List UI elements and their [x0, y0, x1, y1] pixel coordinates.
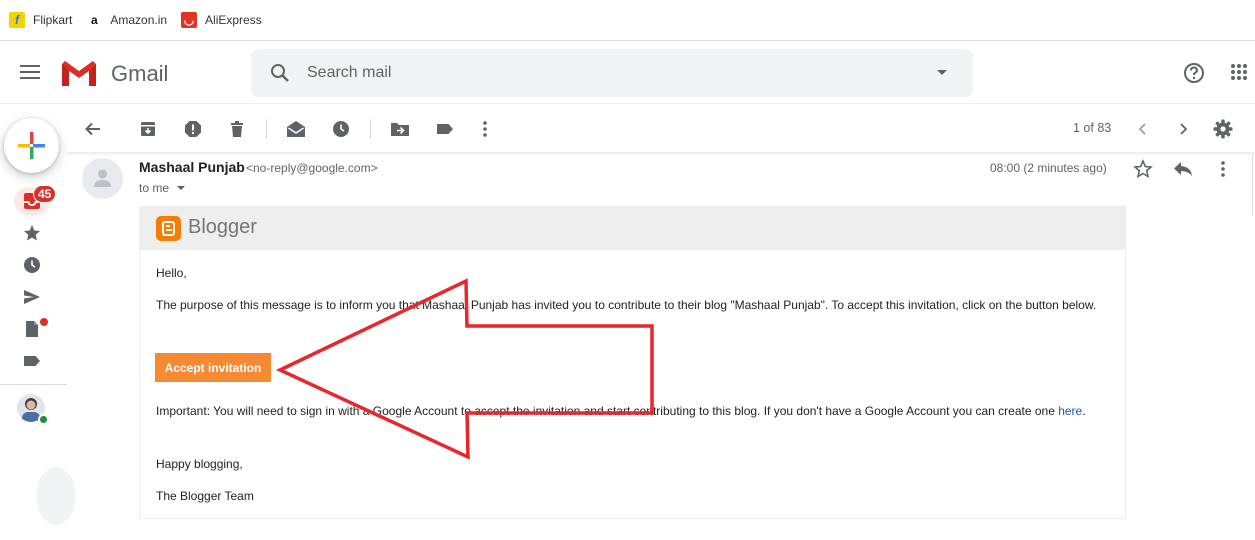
snooze-icon[interactable]: [331, 119, 351, 139]
label-icon: [24, 356, 40, 366]
create-account-link[interactable]: here: [1058, 404, 1082, 418]
sidebar-divider: [0, 384, 67, 385]
email-important-note: Important: You will need to sign in with…: [156, 401, 1116, 421]
app-header: Gmail: [0, 41, 1255, 104]
send-icon: [24, 290, 40, 304]
flipkart-icon: f: [9, 12, 25, 28]
scrollbar-track[interactable]: [1252, 155, 1253, 215]
compose-button[interactable]: [4, 118, 59, 173]
email-brand-header: Blogger: [140, 207, 1125, 250]
settings-gear-icon[interactable]: [1213, 119, 1233, 139]
toolbar-separator: [370, 119, 371, 139]
search-icon[interactable]: [268, 61, 292, 85]
delete-icon[interactable]: [227, 119, 247, 139]
sidebar-item-sent[interactable]: [14, 283, 50, 311]
bookmarks-bar: f Flipkart a Amazon.in ◡ AliExpress: [0, 0, 1255, 41]
older-chevron-icon[interactable]: [1173, 119, 1193, 139]
star-icon: [24, 225, 40, 241]
aliexpress-icon: ◡: [181, 12, 198, 28]
gmail-logo-icon[interactable]: [60, 58, 98, 88]
apps-grid-icon[interactable]: [1230, 63, 1248, 81]
hangouts-bubble[interactable]: [36, 467, 76, 525]
left-sidebar: 45: [0, 105, 76, 540]
back-arrow-icon[interactable]: [83, 119, 103, 139]
search-options-icon[interactable]: [937, 70, 947, 75]
label-as-icon[interactable]: [435, 119, 455, 139]
more-options-icon[interactable]: [475, 119, 495, 139]
report-spam-icon[interactable]: [183, 119, 203, 139]
blogger-logo-icon: [156, 216, 181, 241]
star-message-icon[interactable]: [1132, 158, 1154, 180]
bookmark-amazon[interactable]: a Amazon.in: [86, 12, 167, 28]
sidebar-item-snoozed[interactable]: [14, 251, 50, 279]
email-greeting: Hello,: [156, 266, 187, 280]
drafts-indicator-dot: [40, 318, 48, 326]
toolbar-separator: [266, 119, 267, 139]
compose-plus-icon: [18, 132, 45, 159]
sidebar-item-starred[interactable]: [14, 219, 50, 247]
bookmark-aliexpress[interactable]: ◡ AliExpress: [181, 12, 262, 28]
email-signature: The Blogger Team: [156, 489, 254, 503]
reply-icon[interactable]: [1172, 158, 1194, 180]
sender-name[interactable]: Mashaal Punjab: [139, 159, 245, 175]
draft-icon: [26, 321, 38, 337]
email-body-card: Blogger Hello, The purpose of this messa…: [139, 206, 1126, 519]
help-icon[interactable]: [1183, 62, 1205, 84]
accept-invitation-button[interactable]: Accept invitation: [155, 353, 271, 382]
bookmark-flipkart[interactable]: f Flipkart: [9, 12, 72, 28]
newer-chevron-icon[interactable]: [1133, 119, 1153, 139]
sender-email: <no-reply@google.com>: [246, 161, 378, 175]
toolbar-shadow: [67, 152, 1255, 156]
clock-icon: [24, 257, 40, 273]
message-count: 1 of 83: [1073, 121, 1112, 135]
important-text: Important: You will need to sign in with…: [156, 404, 1059, 418]
message-timestamp: 08:00 (2 minutes ago): [990, 161, 1107, 175]
amazon-icon: a: [91, 13, 98, 27]
mark-unread-icon[interactable]: [286, 119, 306, 139]
inbox-unread-badge: 45: [33, 185, 57, 203]
app-name: Gmail: [111, 61, 169, 86]
brand-name: Blogger: [188, 216, 257, 238]
search-input[interactable]: [307, 61, 907, 85]
sender-avatar[interactable]: [82, 158, 123, 199]
move-to-icon[interactable]: [390, 119, 410, 139]
message-more-icon[interactable]: [1212, 158, 1234, 180]
search-bar[interactable]: [251, 49, 973, 97]
important-suffix: .: [1082, 404, 1086, 418]
archive-icon[interactable]: [138, 119, 158, 139]
show-details-icon[interactable]: [177, 186, 185, 190]
bookmark-label: AliExpress: [205, 13, 262, 27]
person-icon: [94, 169, 111, 187]
online-status-icon: [38, 414, 49, 425]
recipient-label: to me: [139, 181, 170, 195]
message-toolbar: 1 of 83: [67, 105, 1255, 153]
main-menu-icon[interactable]: [20, 65, 40, 81]
bookmark-label: Flipkart: [33, 13, 73, 27]
bookmark-label: Amazon.in: [110, 13, 168, 27]
email-closing: Happy blogging,: [156, 457, 243, 471]
sidebar-item-labels[interactable]: [14, 347, 50, 375]
email-paragraph: The purpose of this message is to inform…: [156, 298, 1097, 312]
